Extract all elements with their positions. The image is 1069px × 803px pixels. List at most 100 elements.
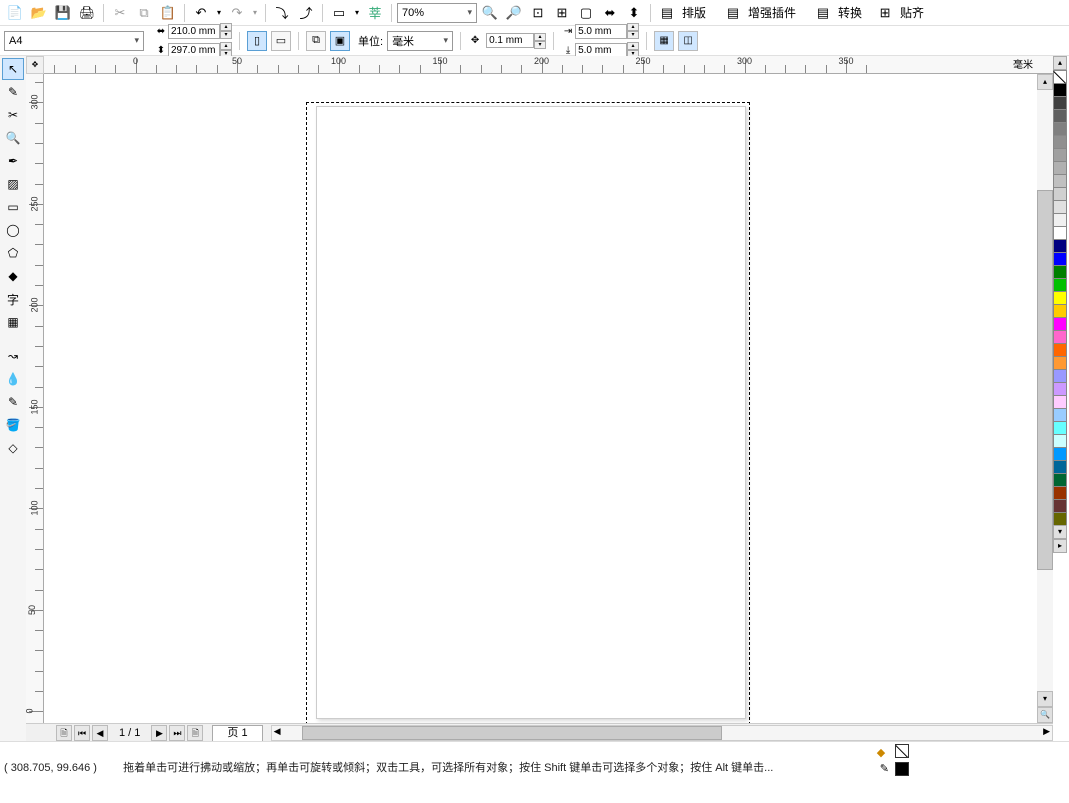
- undo-dropdown[interactable]: ▾: [214, 2, 224, 24]
- color-swatch[interactable]: [1053, 499, 1067, 513]
- scroll-up-button[interactable]: ▴: [1037, 74, 1053, 90]
- crop-tool[interactable]: ✂: [2, 104, 24, 126]
- color-swatch[interactable]: [1053, 486, 1067, 500]
- table-tool[interactable]: ▦: [2, 311, 24, 333]
- first-page-button[interactable]: ⏮: [74, 725, 90, 741]
- nudge-input[interactable]: [486, 33, 534, 48]
- vscroll-thumb[interactable]: [1037, 190, 1053, 570]
- color-swatch[interactable]: [1053, 278, 1067, 292]
- color-swatch[interactable]: [1053, 174, 1067, 188]
- color-swatch[interactable]: [1053, 330, 1067, 344]
- color-swatch[interactable]: [1053, 96, 1067, 110]
- color-swatch[interactable]: [1053, 291, 1067, 305]
- scroll-right-button[interactable]: ▶: [1043, 726, 1050, 737]
- page-size-combo[interactable]: A4 ▾: [4, 31, 144, 51]
- smart-fill-tool[interactable]: ▨: [2, 173, 24, 195]
- snap-to-objects-button[interactable]: ◫: [678, 31, 698, 51]
- snap-button[interactable]: 贴齐: [898, 4, 926, 21]
- zoom-to-width-button[interactable]: ⬌: [599, 2, 621, 24]
- last-page-button[interactable]: ⏭: [169, 725, 185, 741]
- color-swatch[interactable]: [1053, 226, 1067, 240]
- paste-button[interactable]: 📋: [157, 2, 179, 24]
- color-swatch[interactable]: [1053, 382, 1067, 396]
- spin-up[interactable]: ▴: [220, 42, 232, 50]
- open-button[interactable]: 📂: [28, 2, 50, 24]
- color-swatch[interactable]: [1053, 122, 1067, 136]
- redo-dropdown[interactable]: ▾: [250, 2, 260, 24]
- polygon-tool[interactable]: ⬠: [2, 242, 24, 264]
- next-page-button[interactable]: ▶: [151, 725, 167, 741]
- color-swatch[interactable]: [1053, 369, 1067, 383]
- horizontal-scrollbar[interactable]: ◀ ▶: [271, 725, 1053, 741]
- layout-icon[interactable]: ▤: [656, 2, 678, 24]
- color-swatch[interactable]: [1053, 252, 1067, 266]
- export-button[interactable]: ⤴: [295, 2, 317, 24]
- color-swatch[interactable]: [1053, 200, 1067, 214]
- zoom-one-shot-button[interactable]: 🔍: [1037, 707, 1053, 723]
- app-launcher-button[interactable]: ▭: [328, 2, 350, 24]
- duplicate-x-spinner[interactable]: ⇥ ▴▾: [561, 22, 639, 40]
- scroll-down-button[interactable]: ▾: [1037, 691, 1053, 707]
- redo-button[interactable]: ↷: [226, 2, 248, 24]
- spin-up[interactable]: ▴: [534, 33, 546, 41]
- dup-x-input[interactable]: [575, 24, 627, 39]
- spin-down[interactable]: ▾: [534, 41, 546, 49]
- scroll-left-button[interactable]: ◀: [274, 726, 281, 737]
- add-page-button[interactable]: 🗎: [56, 725, 72, 741]
- shape-tool[interactable]: ✎: [2, 81, 24, 103]
- spin-down[interactable]: ▾: [220, 31, 232, 39]
- color-swatch[interactable]: [1053, 343, 1067, 357]
- palette-flyout[interactable]: ▸: [1053, 539, 1067, 553]
- prev-page-button[interactable]: ◀: [92, 725, 108, 741]
- color-swatch[interactable]: [1053, 317, 1067, 331]
- new-button[interactable]: 📄: [4, 2, 26, 24]
- color-swatch[interactable]: [1053, 447, 1067, 461]
- outline-pen-icon[interactable]: ✎: [880, 762, 889, 776]
- cut-button[interactable]: ✂: [109, 2, 131, 24]
- color-swatch[interactable]: [1053, 460, 1067, 474]
- ellipse-tool[interactable]: ◯: [2, 219, 24, 241]
- fill-indicator-icon[interactable]: ◆: [873, 744, 889, 760]
- spin-down[interactable]: ▾: [627, 31, 639, 39]
- palette-scroll-down[interactable]: ▾: [1053, 525, 1067, 539]
- treat-as-filled-button[interactable]: ▦: [654, 31, 674, 51]
- copy-button[interactable]: ⧉: [133, 2, 155, 24]
- add-page-after-button[interactable]: 🗎: [187, 725, 203, 741]
- convert-icon[interactable]: ▤: [812, 2, 834, 24]
- undo-button[interactable]: ↶: [190, 2, 212, 24]
- units-combo[interactable]: 毫米 ▾: [387, 31, 453, 51]
- spin-up[interactable]: ▴: [627, 42, 639, 50]
- basic-shapes-tool[interactable]: ◆: [2, 265, 24, 287]
- freehand-tool[interactable]: ✒: [2, 150, 24, 172]
- snap-icon[interactable]: ⊞: [874, 2, 896, 24]
- all-pages-button[interactable]: ⧉: [306, 31, 326, 51]
- color-swatch[interactable]: [1053, 161, 1067, 175]
- color-swatch[interactable]: [1053, 473, 1067, 487]
- ruler-origin-button[interactable]: ✥: [26, 56, 44, 74]
- pick-tool[interactable]: ↖: [2, 58, 24, 80]
- save-button[interactable]: 💾: [52, 2, 74, 24]
- color-swatch[interactable]: [1053, 434, 1067, 448]
- app-launcher-dropdown[interactable]: ▾: [352, 2, 362, 24]
- vscroll-track[interactable]: [1037, 90, 1053, 691]
- color-swatch[interactable]: [1053, 239, 1067, 253]
- drawing-canvas[interactable]: [44, 74, 1037, 723]
- hscroll-thumb[interactable]: [302, 726, 722, 740]
- text-tool[interactable]: 字: [2, 288, 24, 310]
- color-swatch[interactable]: [1053, 356, 1067, 370]
- rectangle-tool[interactable]: ▭: [2, 196, 24, 218]
- zoom-to-all-button[interactable]: ⊞: [551, 2, 573, 24]
- convert-button[interactable]: 转换: [836, 4, 864, 21]
- enhance-icon[interactable]: ▤: [722, 2, 744, 24]
- layout-button[interactable]: 排版: [680, 4, 708, 21]
- color-swatch[interactable]: [1053, 187, 1067, 201]
- zoom-combo[interactable]: 70% ▾: [397, 3, 477, 23]
- welcome-screen-button[interactable]: 莘: [364, 2, 386, 24]
- zoom-in-button[interactable]: 🔍: [479, 2, 501, 24]
- eyedropper-tool[interactable]: 💧: [2, 368, 24, 390]
- landscape-button[interactable]: ▭: [271, 31, 291, 51]
- fill-color-swatch[interactable]: [895, 762, 909, 776]
- nudge-spinner[interactable]: ▴▾: [486, 32, 546, 50]
- spin-up[interactable]: ▴: [627, 23, 639, 31]
- color-swatch[interactable]: [1053, 213, 1067, 227]
